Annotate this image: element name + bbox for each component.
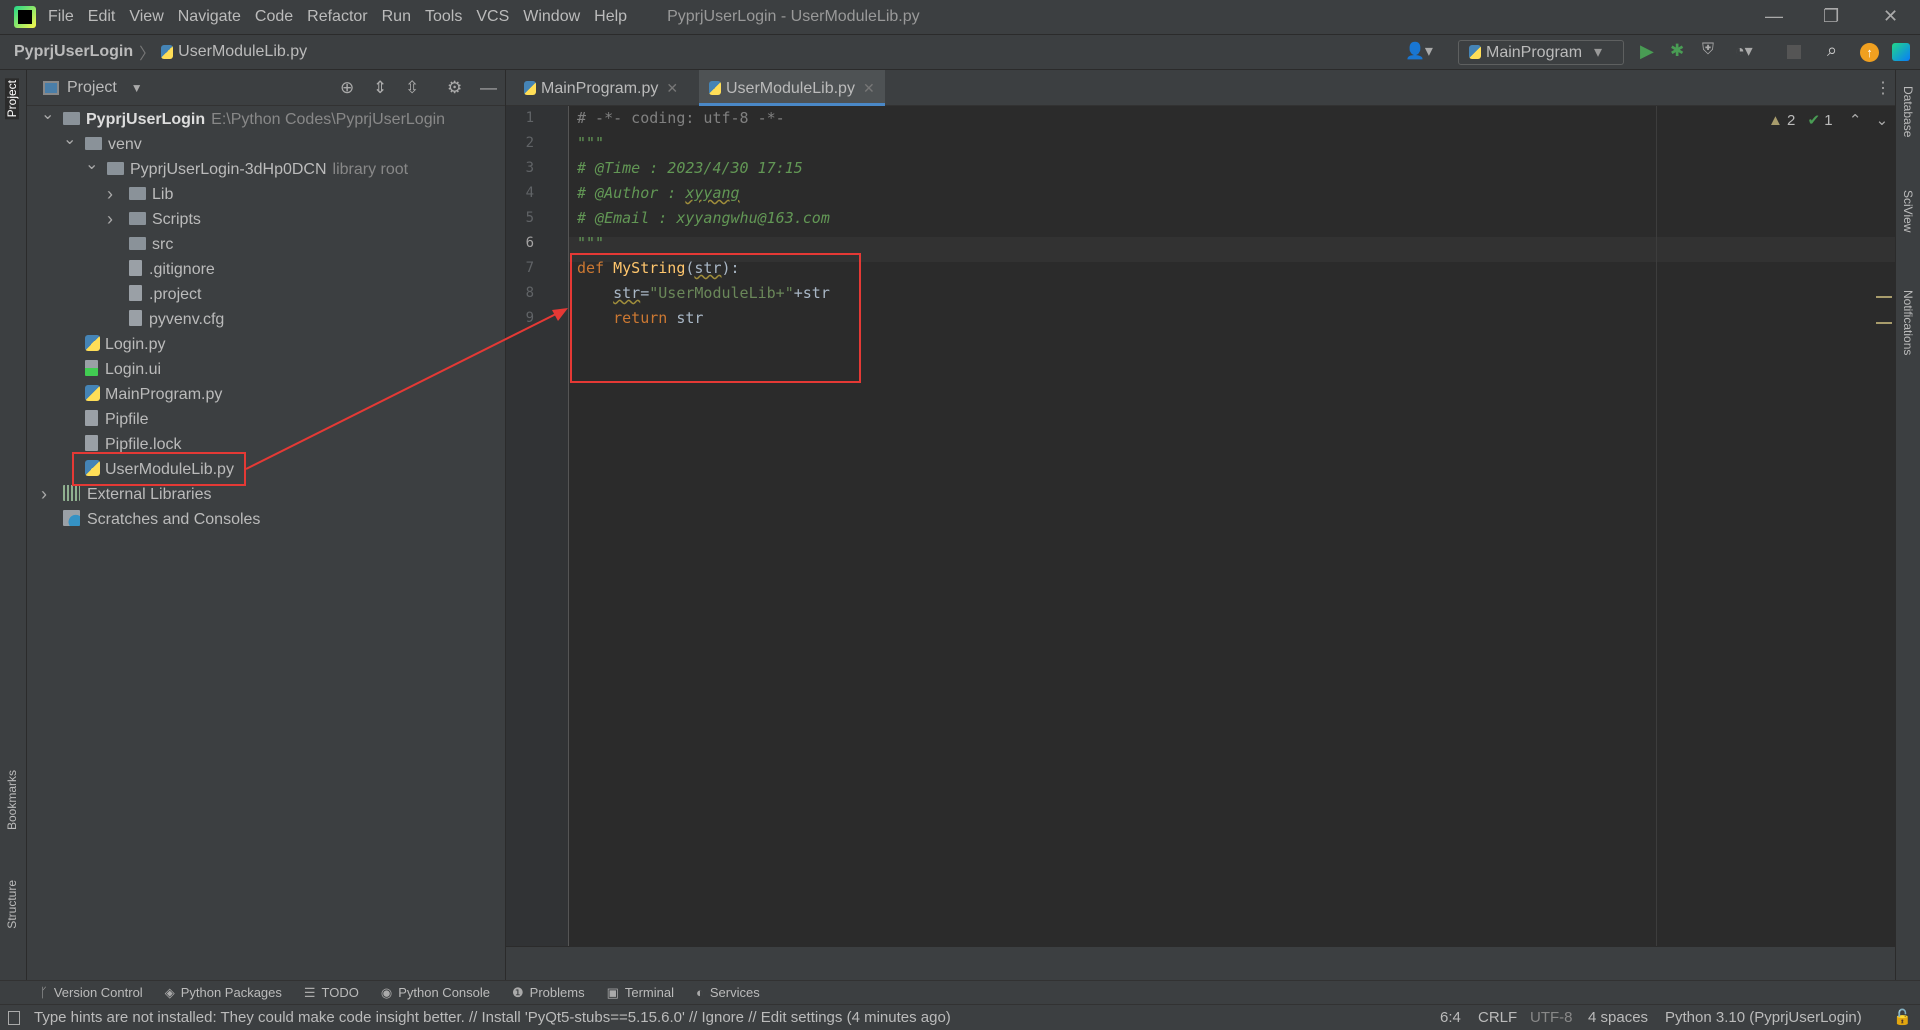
annotation-arrow <box>245 308 568 470</box>
